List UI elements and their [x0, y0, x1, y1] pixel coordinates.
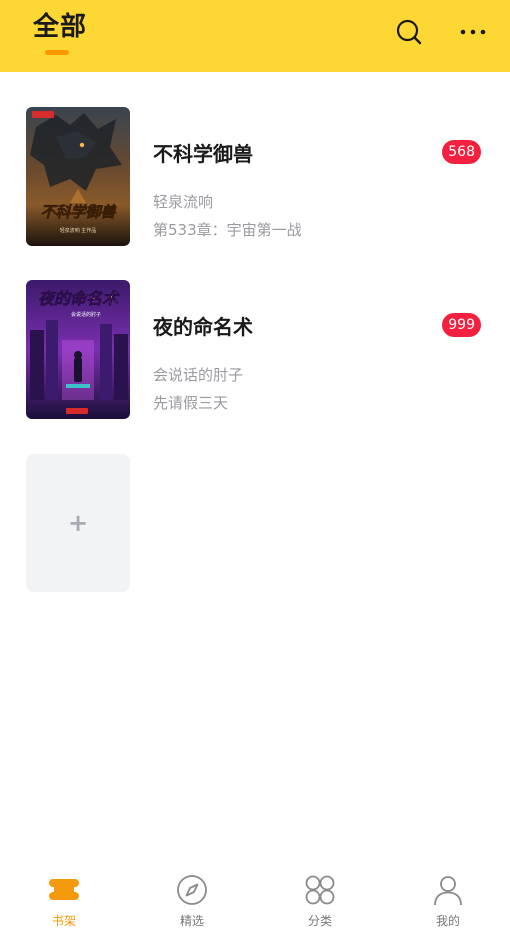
book-cover[interactable]: 不科学御兽 轻泉流响 主作品: [26, 107, 130, 246]
more-dots-icon[interactable]: [455, 18, 491, 46]
book-title[interactable]: 夜的命名术: [153, 311, 253, 340]
tab-featured[interactable]: 精选: [128, 860, 256, 936]
category-grid-icon: [304, 874, 336, 906]
search-icon[interactable]: [394, 17, 424, 47]
book-item[interactable]: 夜的命名术 会说话的肘子 夜的命名术 999 会说话的肘子 先请假三天: [0, 280, 510, 420]
book-item[interactable]: 不科学御兽 轻泉流响 主作品 不科学御兽 568 轻泉流响 第533章：宇宙第一…: [0, 107, 510, 247]
top-header: 全部: [0, 0, 510, 72]
cover-subtitle: 会说话的肘子: [71, 311, 101, 318]
tab-bookshelf[interactable]: 书架: [0, 860, 128, 936]
tab-label: 分类: [307, 914, 332, 928]
active-tab-indicator: [45, 50, 69, 55]
latest-chapter: 第533章：宇宙第一战: [153, 221, 302, 239]
book-title[interactable]: 不科学御兽: [153, 138, 253, 167]
tab-label: 书架: [51, 914, 76, 928]
bottom-tab-bar: 书架 精选 分类 我的: [0, 860, 510, 936]
book-cover[interactable]: 夜的命名术 会说话的肘子: [26, 280, 130, 419]
page-title[interactable]: 全部: [33, 6, 87, 43]
tab-label: 精选: [179, 914, 204, 928]
tab-category[interactable]: 分类: [256, 860, 384, 936]
user-icon: [432, 874, 464, 906]
cover-title: 夜的命名术: [38, 289, 120, 308]
book-author: 会说话的肘子: [153, 366, 244, 384]
plus-icon: +: [67, 509, 89, 537]
latest-chapter: 先请假三天: [153, 394, 229, 412]
cover-subtitle: 轻泉流响 主作品: [60, 227, 97, 234]
bookshelf-icon: [48, 874, 80, 906]
cover-title: 不科学御兽: [40, 203, 116, 221]
book-author: 轻泉流响: [153, 193, 214, 211]
add-book-button[interactable]: +: [26, 454, 130, 592]
tab-profile[interactable]: 我的: [384, 860, 510, 936]
unread-count-badge: 999: [442, 313, 481, 337]
tab-label: 我的: [435, 914, 460, 928]
unread-count-badge: 568: [442, 140, 481, 164]
compass-icon: [176, 874, 208, 906]
